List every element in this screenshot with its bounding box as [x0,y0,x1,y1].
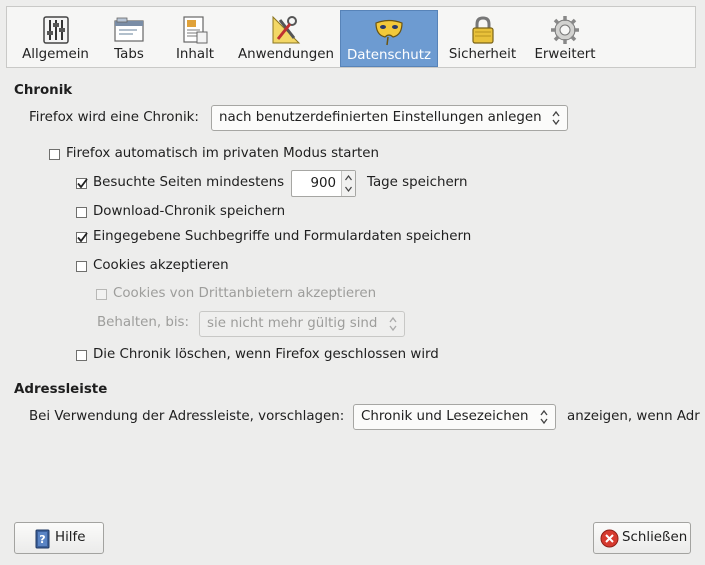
mask-icon [375,19,403,46]
tab-inhalt[interactable]: Inhalt [158,10,232,67]
updown-arrows-icon [540,409,548,425]
svg-text:?: ? [39,533,45,546]
visited-pages-label: Besuchte Seiten mindestens [93,175,285,190]
tab-allgemein[interactable]: Allgemein [11,10,100,67]
checkmark-icon [77,178,88,189]
visited-pages-checkbox[interactable] [76,178,88,189]
tabs-window-icon [114,17,144,42]
document-icon [183,16,208,44]
third-party-cookies-label: Cookies von Drittanbietern akzeptieren [113,286,377,301]
tab-label: Datenschutz [346,48,432,63]
help-book-icon: ? [35,529,50,549]
gear-icon [551,16,579,44]
urlbar-suggest-select[interactable]: Chronik und Lesezeichen [353,404,556,430]
private-mode-checkbox[interactable] [49,149,60,160]
keep-until-label: Behalten, bis: [97,315,190,330]
updown-arrows-icon [389,316,397,332]
tab-tabs[interactable]: Tabs [100,10,158,67]
search-form-history-checkbox[interactable] [76,232,88,243]
history-mode-value: nach benutzerdefinierten Einstellungen a… [219,110,542,125]
tab-datenschutz[interactable]: Datenschutz [340,10,438,67]
search-form-history-label: Eingegebene Suchbegriffe und Formulardat… [93,229,472,244]
spinner-buttons[interactable] [341,171,355,196]
visited-pages-suffix: Tage speichern [367,175,468,190]
download-history-label: Download-Chronik speichern [93,204,286,219]
sliders-icon [42,16,69,44]
section-heading-chronik: Chronik [14,83,73,98]
tab-anwendungen[interactable]: Anwendungen [232,10,340,67]
keep-until-value: sie nicht mehr gültig sind [207,316,378,331]
accept-cookies-checkbox[interactable] [76,261,87,272]
accept-cookies-label: Cookies akzeptieren [93,258,229,273]
private-mode-label: Firefox automatisch im privaten Modus st… [66,146,379,161]
close-icon [600,529,619,548]
checkmark-icon [77,232,88,243]
help-button[interactable]: ? Hilfe [14,522,104,554]
tools-icon [272,15,301,44]
updown-arrows-icon [552,110,560,126]
close-button-label: Schließen [622,530,688,545]
urlbar-suggest-value: Chronik und Lesezeichen [361,409,529,424]
third-party-cookies-checkbox[interactable] [96,289,107,300]
close-button[interactable]: Schließen [593,522,691,554]
tab-label: Allgemein [22,47,89,62]
keep-until-select[interactable]: sie nicht mehr gültig sind [199,311,405,337]
preferences-toolbar: Allgemein Tabs Inhalt Anwendungen Datens… [6,6,696,68]
tab-label: Inhalt [175,47,215,62]
tab-label: Sicherheit [448,47,517,62]
tab-sicherheit[interactable]: Sicherheit [438,10,527,67]
urlbar-suggest-label: Bei Verwendung der Adressleiste, vorschl… [29,409,345,424]
clear-on-close-label: Die Chronik löschen, wenn Firefox geschl… [93,347,439,362]
tab-erweitert[interactable]: Erweitert [527,10,603,67]
urlbar-suggest-suffix: anzeigen, wenn Adr [567,409,700,424]
section-heading-adressleiste: Adressleiste [14,382,108,397]
history-days-spinner[interactable]: 900 [291,170,356,197]
history-mode-label: Firefox wird eine Chronik: [29,110,199,125]
clear-on-close-checkbox[interactable] [76,350,87,361]
download-history-checkbox[interactable] [76,207,87,218]
history-mode-select[interactable]: nach benutzerdefinierten Einstellungen a… [211,105,568,131]
tab-label: Tabs [114,47,144,62]
tab-label: Anwendungen [237,47,335,62]
history-days-value: 900 [310,176,336,191]
spinner-arrows-icon [345,175,352,192]
help-button-label: Hilfe [55,530,86,545]
tab-label: Erweitert [534,47,596,62]
padlock-icon [471,16,494,44]
